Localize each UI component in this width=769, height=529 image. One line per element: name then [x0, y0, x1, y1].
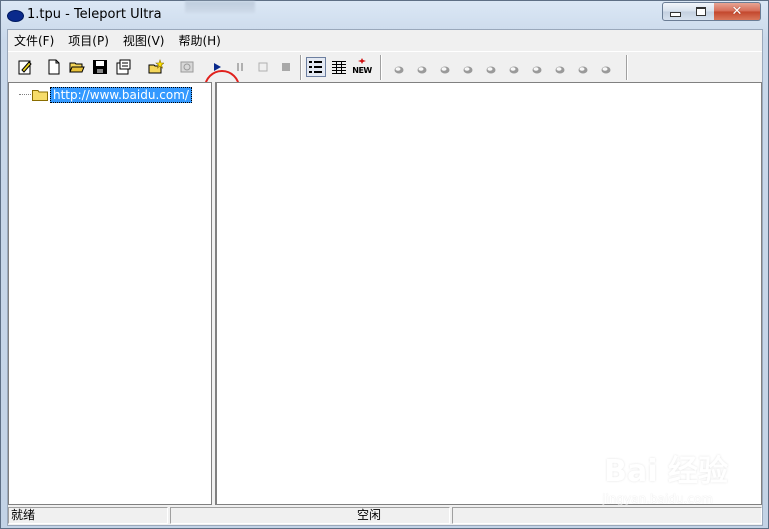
folder-star-icon	[148, 59, 164, 74]
window-title: 1.tpu - Teleport Ultra	[27, 7, 162, 22]
menu-help[interactable]: 帮助(H)	[174, 31, 224, 50]
tree-node-root[interactable]: http://www.baidu.com/	[19, 86, 192, 103]
menu-file[interactable]: 文件(F)	[10, 31, 58, 50]
status-text: 就绪	[8, 507, 168, 524]
app-icon[interactable]	[7, 10, 24, 22]
disabled-tool-button[interactable]	[177, 57, 197, 77]
new-file-icon	[48, 59, 60, 75]
list-view-icon	[332, 61, 346, 74]
new-badge-icon: NEW	[352, 65, 372, 75]
details-view-icon	[309, 61, 322, 73]
find-icon	[180, 61, 194, 73]
toolbar: NEW	[8, 51, 762, 106]
menu-bar: 文件(F) 项目(P) 视图(V) 帮助(H)	[8, 30, 762, 50]
stop-button[interactable]	[276, 57, 296, 77]
status-state: 空闲	[170, 507, 450, 524]
menu-project[interactable]: 项目(P)	[64, 31, 113, 50]
settings-button[interactable]	[113, 57, 133, 77]
open-project-button[interactable]	[67, 57, 87, 77]
maximize-icon	[696, 7, 706, 16]
progress-indicator-icon	[440, 63, 450, 74]
properties-icon	[116, 59, 131, 75]
watermark-url: jingyan.baidu.com	[602, 492, 713, 506]
file-list-pane[interactable]	[215, 82, 762, 505]
open-folder-icon	[69, 62, 85, 73]
minimize-icon	[670, 12, 681, 17]
toolbar-separator	[626, 55, 628, 80]
maximize-button[interactable]	[688, 2, 715, 21]
blurred-area	[185, 1, 255, 13]
progress-indicator-icon	[463, 63, 473, 74]
sparkle-icon	[358, 58, 366, 64]
close-button[interactable]: ✕	[714, 2, 761, 21]
project-tree[interactable]: http://www.baidu.com/	[8, 82, 212, 505]
save-icon	[93, 60, 107, 74]
stop-gentle-button[interactable]	[253, 57, 273, 77]
progress-indicator-icon	[578, 63, 588, 74]
new-project-button[interactable]	[44, 57, 64, 77]
new-item-button[interactable]	[146, 57, 166, 77]
save-project-button[interactable]	[90, 57, 110, 77]
progress-indicator-icon	[417, 63, 427, 74]
progress-indicator-icon	[555, 63, 565, 74]
close-icon: ✕	[731, 4, 743, 19]
menu-view[interactable]: 视图(V)	[119, 31, 169, 50]
project-properties-button[interactable]	[15, 57, 35, 77]
watermark-logo: Bai 经验	[604, 454, 728, 489]
progress-indicator-icon	[601, 63, 611, 74]
progress-indicator-icon	[532, 63, 542, 74]
folder-icon	[32, 89, 48, 101]
status-bar: 就绪 空闲	[8, 506, 762, 525]
title-bar[interactable]: 1.tpu - Teleport Ultra ✕	[1, 1, 768, 29]
view-list-button[interactable]	[329, 57, 349, 77]
tree-node-label[interactable]: http://www.baidu.com/	[50, 86, 192, 103]
progress-indicator-icon	[486, 63, 496, 74]
toolbar-separator	[380, 55, 382, 80]
status-extra	[452, 507, 762, 524]
minimize-button[interactable]	[662, 2, 689, 21]
edit-icon	[18, 60, 32, 75]
view-details-button[interactable]	[306, 57, 326, 77]
tree-connector	[19, 94, 31, 95]
progress-indicator-icon	[394, 63, 404, 74]
new-items-button[interactable]: NEW	[352, 57, 372, 77]
stop-outline-icon	[258, 62, 268, 72]
toolbar-separator	[300, 55, 302, 80]
app-window: 1.tpu - Teleport Ultra ✕ 文件(F) 项目(P) 视图(…	[0, 0, 769, 529]
progress-indicator-icon	[509, 63, 519, 74]
pause-icon	[237, 63, 243, 71]
stop-icon	[282, 63, 290, 71]
